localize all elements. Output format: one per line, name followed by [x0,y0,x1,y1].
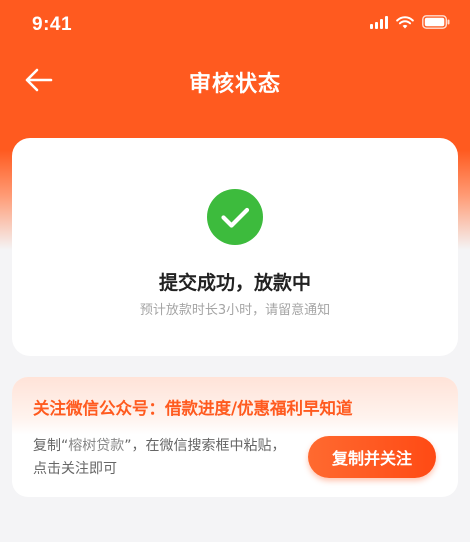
wifi-icon [396,15,414,29]
wechat-instructions: 复制“榕树贷款”，在微信搜索框中粘贴，点击关注即可 [33,435,288,481]
account-name: 榕树贷款 [68,438,125,454]
status-title: 提交成功，放款中 [158,272,311,294]
wechat-title: 关注微信公众号：借款进度/优惠福利早知道 [33,399,353,418]
wechat-follow-card: 关注微信公众号：借款进度/优惠福利早知道 复制“榕树贷款”，在微信搜索框中粘贴，… [12,377,458,497]
status-bar: 9:41 [0,0,470,48]
copy-and-follow-button[interactable]: 复制并关注 [308,436,436,478]
status-subtitle: 预计放款时长3小时，请留意通知 [139,303,331,318]
page-title: 审核状态 [188,72,281,97]
status-time: 9:41 [32,14,73,35]
check-circle-icon [207,189,263,245]
battery-icon [422,15,450,29]
status-icons [370,15,450,29]
status-card: 提交成功，放款中 预计放款时长3小时，请留意通知 [12,138,458,356]
signal-icon [370,15,388,29]
nav-bar: 审核状态 [0,56,470,104]
instructions-prefix: 复制“ [33,438,69,454]
